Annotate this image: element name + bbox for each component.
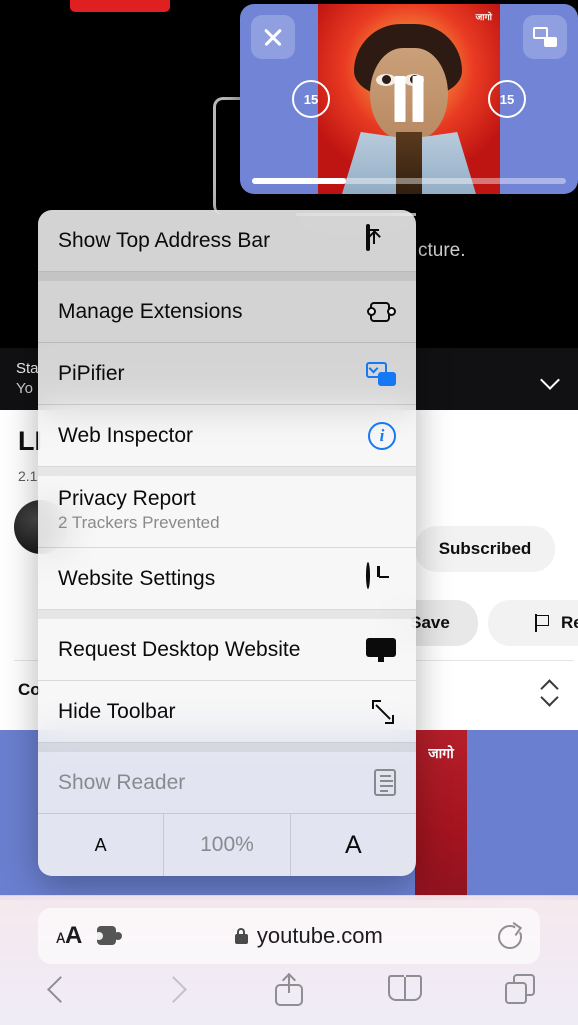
dark-bar-line2: Yo — [16, 380, 33, 397]
reload-icon[interactable] — [496, 923, 522, 949]
menu-item-sublabel: 2 Trackers Prevented — [58, 513, 220, 532]
report-button-label: Rep — [560, 613, 578, 632]
menu-item-label: Hide Toolbar — [58, 699, 176, 723]
pip-progress-scrubber[interactable] — [252, 178, 566, 184]
puzzle-icon — [367, 300, 396, 324]
forward-chevron-icon — [160, 972, 186, 1006]
lock-icon — [234, 928, 248, 944]
bookmarks-icon — [387, 975, 422, 1003]
pip-restore-icon — [533, 27, 557, 47]
dark-bar-line1: Sta — [16, 359, 39, 377]
menu-item-privacy-report[interactable]: Privacy Report 2 Trackers Prevented — [38, 476, 416, 548]
bookmarks-button[interactable] — [347, 975, 463, 1003]
skip-back-15-button[interactable]: 15 — [292, 80, 330, 118]
menu-item-label: Show Reader — [58, 770, 186, 794]
flag-icon — [533, 614, 551, 632]
report-button[interactable]: Rep — [488, 600, 578, 646]
text-size-button[interactable]: ᴀA — [56, 922, 82, 950]
zoom-decrease-button[interactable]: A — [38, 814, 165, 876]
forward-button[interactable] — [116, 972, 232, 1006]
menu-item-website-settings[interactable]: Website Settings — [38, 548, 416, 610]
menu-item-web-inspector[interactable]: Web Inspector i — [38, 405, 416, 467]
close-icon — [262, 26, 284, 48]
skip-forward-15-button[interactable]: 15 — [488, 80, 526, 118]
back-chevron-icon — [45, 972, 71, 1006]
subscribed-button[interactable]: Subscribed — [415, 526, 555, 572]
thumbnail-red-panel: जागो — [415, 730, 467, 900]
video-view-count: 2.1 — [18, 468, 38, 484]
pip-artwork-eye-left — [376, 74, 396, 86]
menu-item-label: Show Top Address Bar — [58, 228, 271, 252]
menu-item-show-reader[interactable]: Show Reader — [38, 752, 416, 814]
dark-bar-text: Sta Yo — [16, 359, 39, 400]
menu-item-hide-toolbar[interactable]: Hide Toolbar — [38, 681, 416, 743]
back-button[interactable] — [0, 972, 116, 1006]
menu-separator — [38, 467, 416, 476]
pip-restore-button[interactable] — [523, 15, 567, 59]
menu-separator — [38, 610, 416, 619]
menu-item-manage-extensions[interactable]: Manage Extensions — [38, 281, 416, 343]
menu-item-label: Request Desktop Website — [58, 637, 301, 661]
share-icon — [274, 972, 303, 1006]
tabs-icon — [505, 974, 536, 1004]
skip-back-label: 15 — [303, 91, 319, 107]
safari-bottom-chrome: ᴀA youtube.com — [0, 895, 578, 1025]
picture-in-picture-window[interactable]: जागो 15 15 — [240, 4, 578, 194]
menu-item-pipifier[interactable]: PiPifier — [38, 343, 416, 405]
menu-item-label: PiPifier — [58, 361, 125, 385]
privacy-report-text: Privacy Report 2 Trackers Prevented — [58, 487, 220, 533]
picture-in-picture-icon — [366, 361, 396, 386]
info-circle-icon: i — [368, 421, 396, 450]
chevron-down-icon[interactable] — [540, 368, 562, 390]
safari-ios-screen: cture. Sta Yo LI 2.1 Subscribed Save Rep… — [0, 0, 578, 1025]
skip-forward-label: 15 — [499, 91, 515, 107]
address-bar[interactable]: ᴀA youtube.com — [38, 908, 540, 964]
safari-page-menu[interactable]: Show Top Address Bar Manage Extensions P… — [38, 210, 416, 876]
menu-item-show-top-address-bar[interactable]: Show Top Address Bar — [38, 210, 416, 272]
menu-item-label: Website Settings — [58, 566, 216, 590]
menu-item-label: Manage Extensions — [58, 299, 243, 323]
sort-comments-icon[interactable] — [540, 680, 560, 706]
zoom-level-display[interactable]: 100% — [164, 814, 291, 876]
pip-watermark: जागो — [475, 13, 492, 23]
extensions-puzzle-icon[interactable] — [94, 925, 122, 947]
page-zoom-row[interactable]: A 100% A — [38, 814, 416, 876]
tabs-button[interactable] — [462, 974, 578, 1004]
url-display[interactable]: youtube.com — [122, 923, 496, 949]
youtube-logo — [70, 0, 170, 12]
address-bar-icon — [366, 223, 396, 256]
pip-close-button[interactable] — [251, 15, 295, 59]
safari-toolbar — [0, 961, 578, 1017]
pip-play-pause-button[interactable] — [394, 76, 424, 122]
expand-arrows-icon — [370, 699, 396, 725]
menu-item-request-desktop-website[interactable]: Request Desktop Website — [38, 619, 416, 681]
menu-item-label: Privacy Report — [58, 487, 196, 510]
menu-separator — [38, 743, 416, 752]
menu-item-label: Web Inspector — [58, 423, 194, 447]
zoom-increase-button[interactable]: A — [291, 814, 416, 876]
desktop-icon — [366, 637, 396, 662]
thumbnail-caption: जागो — [428, 746, 454, 762]
video-overlay-text: cture. — [418, 240, 466, 261]
menu-separator — [38, 272, 416, 281]
url-text: youtube.com — [256, 923, 383, 948]
shield-icon — [366, 489, 396, 519]
reader-icon — [374, 769, 396, 796]
gear-icon — [366, 561, 396, 594]
pip-artwork-tie — [396, 132, 422, 194]
share-button[interactable] — [231, 972, 347, 1006]
